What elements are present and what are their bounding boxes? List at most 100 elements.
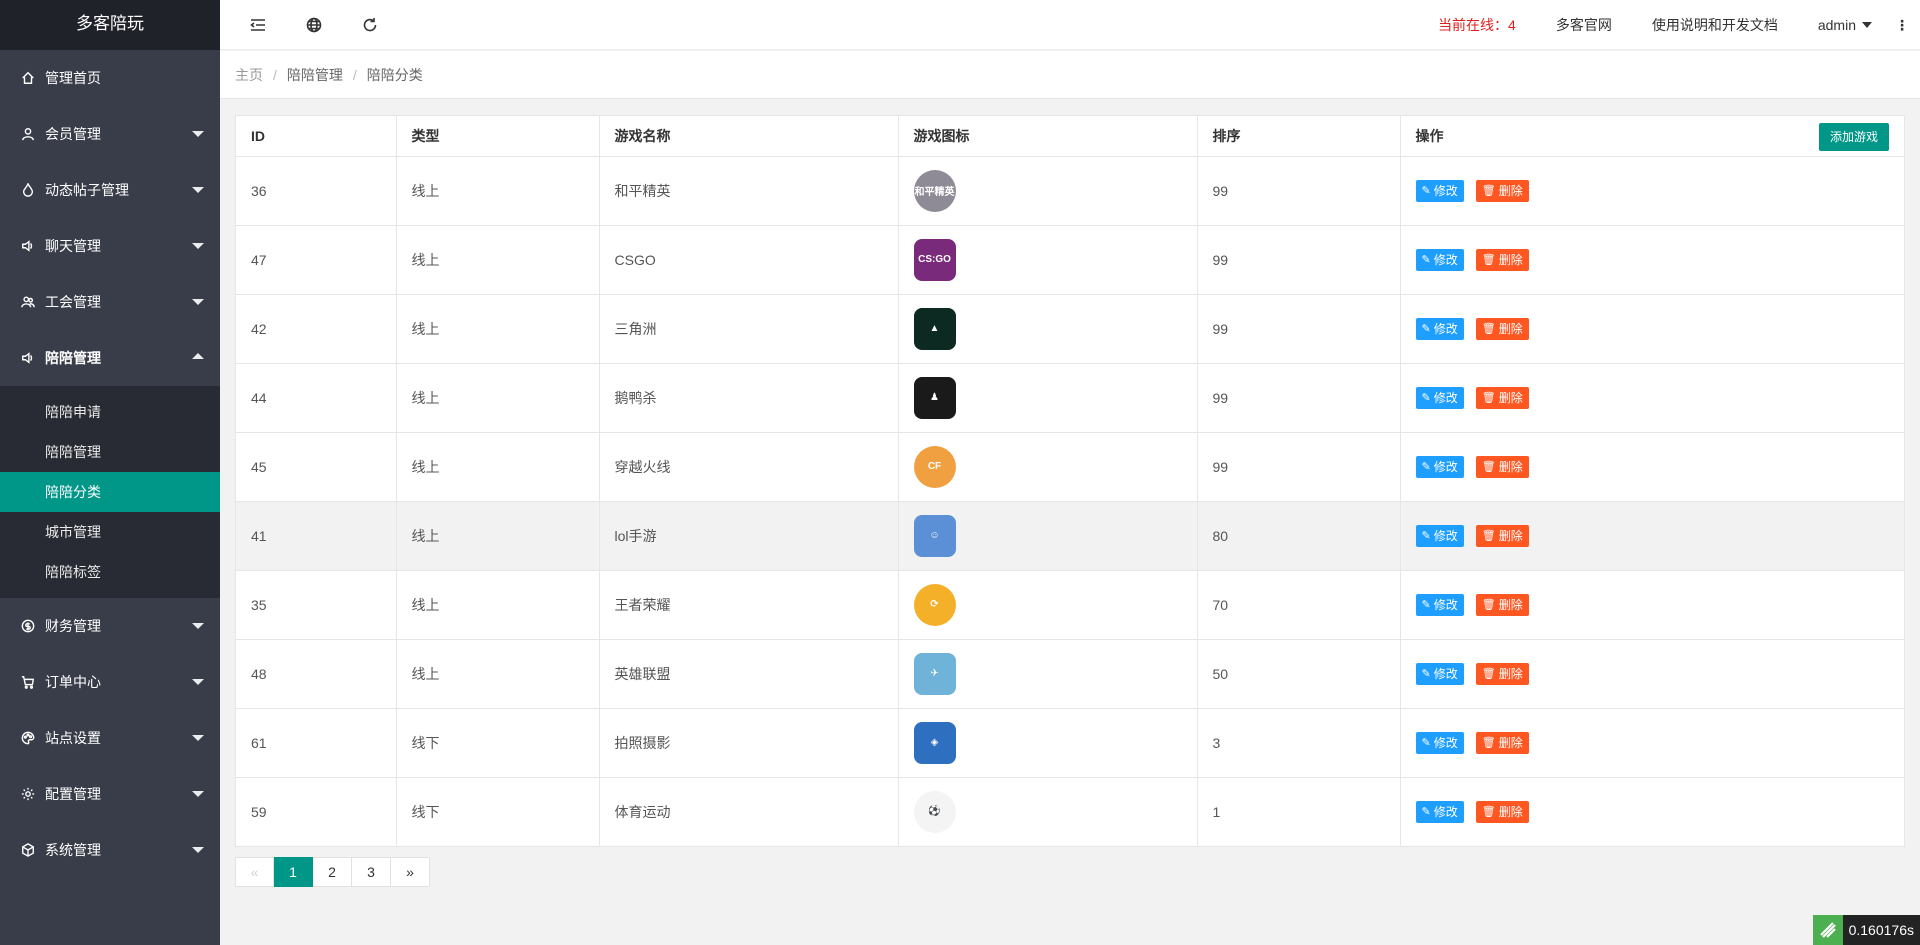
chevron-down-icon: [192, 791, 204, 797]
edit-button[interactable]: ✎ 修改: [1415, 179, 1464, 202]
pagination-page-3[interactable]: 3: [352, 857, 391, 887]
cell-id: 44: [236, 363, 397, 433]
sidebar-item-label: 聊天管理: [45, 238, 101, 254]
table-row: 35 线上 王者荣耀 ⟳ 70 ✎ 修改 🗑 删除: [236, 570, 1904, 640]
sidebar-item-posts[interactable]: 动态帖子管理: [0, 162, 220, 218]
delete-button[interactable]: 🗑 删除: [1475, 593, 1529, 616]
sidebar-item-label: 配置管理: [45, 786, 101, 802]
sidebar-item-finance[interactable]: 财务管理: [0, 598, 220, 654]
refresh-icon[interactable]: [360, 15, 380, 35]
group-icon: [20, 294, 36, 310]
globe-icon[interactable]: [304, 15, 324, 35]
trash-icon: 🗑: [1481, 806, 1496, 819]
pagination: « 1 2 3 »: [235, 857, 430, 887]
edit-button[interactable]: ✎ 修改: [1415, 524, 1464, 547]
edit-label: 修改: [1433, 598, 1458, 612]
speaker-icon: [20, 238, 36, 254]
cell-name: lol手游: [599, 501, 899, 571]
sidebar-item-companion[interactable]: 陪陪管理: [0, 330, 220, 386]
delete-button[interactable]: 🗑 删除: [1475, 317, 1529, 340]
sidebar-item-label: 陪陪管理: [45, 350, 101, 366]
sidebar-item-site[interactable]: 站点设置: [0, 710, 220, 766]
cell-id: 59: [236, 777, 397, 846]
game-category-table: ID 类型 游戏名称 游戏图标 排序 操作 添加游戏 36 线上 和平精英 和平精英 9…: [236, 116, 1904, 846]
pagination-page-2[interactable]: 2: [313, 857, 352, 887]
breadcrumb-companion[interactable]: 陪陪管理: [287, 65, 343, 85]
cell-type: 线下: [396, 708, 600, 778]
sidebar-item-members[interactable]: 会员管理: [0, 106, 220, 162]
sidebar-sub-apply[interactable]: 陪陪申请: [0, 392, 220, 432]
cell-sort: 50: [1197, 639, 1401, 709]
sidebar-item-system[interactable]: 系统管理: [0, 822, 220, 878]
sidebar-item-label: 动态帖子管理: [45, 182, 129, 198]
delete-button[interactable]: 🗑 删除: [1475, 800, 1529, 823]
header-right: 当前在线：4 多客官网 使用说明和开发文档 admin ⋮: [1438, 0, 1920, 50]
delete-button[interactable]: 🗑 删除: [1475, 455, 1529, 478]
official-site-link[interactable]: 多客官网: [1556, 15, 1612, 35]
cell-icon: ◈: [898, 708, 1198, 778]
chevron-down-icon: [192, 131, 204, 137]
pencil-icon: ✎: [1421, 668, 1431, 680]
user-icon: [20, 126, 36, 142]
sidebar-item-home[interactable]: 管理首页: [0, 50, 220, 106]
trash-icon: 🗑: [1481, 530, 1496, 542]
edit-button[interactable]: ✎ 修改: [1415, 317, 1464, 340]
edit-button[interactable]: ✎ 修改: [1415, 800, 1464, 823]
delete-button[interactable]: 🗑 删除: [1475, 524, 1529, 547]
game-icon-glyph: 和平精英: [914, 187, 955, 198]
pagination-prev[interactable]: «: [235, 857, 274, 887]
game-icon: 和平精英: [913, 169, 956, 212]
delete-button[interactable]: 🗑 删除: [1475, 248, 1529, 271]
sidebar-sub-tags[interactable]: 陪陪标签: [0, 552, 220, 592]
cell-name: 三角洲: [599, 294, 899, 364]
edit-button[interactable]: ✎ 修改: [1415, 731, 1464, 754]
sidebar-sub-city[interactable]: 城市管理: [0, 512, 220, 552]
column-header-actions-label: 操作: [1415, 127, 1444, 144]
pencil-icon: ✎: [1421, 599, 1431, 611]
sidebar-item-chat[interactable]: 聊天管理: [0, 218, 220, 274]
trash-icon: 🗑: [1481, 323, 1496, 335]
delete-button[interactable]: 🗑 删除: [1475, 731, 1529, 754]
breadcrumb-separator: /: [352, 66, 357, 83]
game-icon-glyph: CS:GO: [918, 254, 951, 265]
cell-id: 45: [236, 432, 397, 502]
pagination-next[interactable]: »: [391, 857, 430, 887]
sidebar-item-guild[interactable]: 工会管理: [0, 274, 220, 330]
sidebar-sub-manage[interactable]: 陪陪管理: [0, 432, 220, 472]
chevron-down-icon: [192, 847, 204, 853]
user-menu[interactable]: admin: [1818, 17, 1872, 33]
breadcrumb-home[interactable]: 主页: [235, 65, 263, 85]
delete-button[interactable]: 🗑 删除: [1475, 662, 1529, 685]
more-options-icon[interactable]: ⋮: [1892, 17, 1912, 34]
add-game-button[interactable]: 添加游戏: [1818, 123, 1889, 151]
docs-link[interactable]: 使用说明和开发文档: [1652, 15, 1778, 35]
edit-label: 修改: [1433, 184, 1458, 198]
delete-label: 删除: [1498, 805, 1523, 820]
sidebar-item-config[interactable]: 配置管理: [0, 766, 220, 822]
cell-name: 和平精英: [599, 156, 899, 226]
menu-toggle-icon[interactable]: [248, 15, 268, 35]
cell-name: 拍照摄影: [599, 708, 899, 778]
edit-button[interactable]: ✎ 修改: [1415, 593, 1464, 616]
edit-button[interactable]: ✎ 修改: [1415, 455, 1464, 478]
cell-actions: ✎ 修改 🗑 删除: [1400, 501, 1904, 571]
sidebar-sub-category[interactable]: 陪陪分类: [0, 472, 220, 512]
page-trace-badge[interactable]: 0.160176s: [1812, 915, 1920, 945]
cell-name: 穿越火线: [599, 432, 899, 502]
palette-icon: [20, 730, 36, 746]
edit-button[interactable]: ✎ 修改: [1415, 248, 1464, 271]
cell-id: 36: [236, 156, 397, 226]
app-logo[interactable]: 多客陪玩: [0, 0, 220, 50]
delete-button[interactable]: 🗑 删除: [1475, 386, 1529, 409]
cell-actions: ✎ 修改 🗑 删除: [1400, 570, 1904, 640]
edit-label: 修改: [1433, 253, 1458, 267]
pagination-page-1[interactable]: 1: [274, 857, 313, 887]
sidebar-item-orders[interactable]: 订单中心: [0, 654, 220, 710]
pencil-icon: ✎: [1421, 737, 1431, 749]
column-header-id: ID: [236, 116, 397, 157]
edit-button[interactable]: ✎ 修改: [1415, 662, 1464, 685]
table-row: 61 线下 拍照摄影 ◈ 3 ✎ 修改 🗑 删除: [236, 708, 1904, 778]
edit-button[interactable]: ✎ 修改: [1415, 386, 1464, 409]
cell-icon: ⚽: [898, 777, 1198, 846]
delete-button[interactable]: 🗑 删除: [1475, 179, 1529, 202]
